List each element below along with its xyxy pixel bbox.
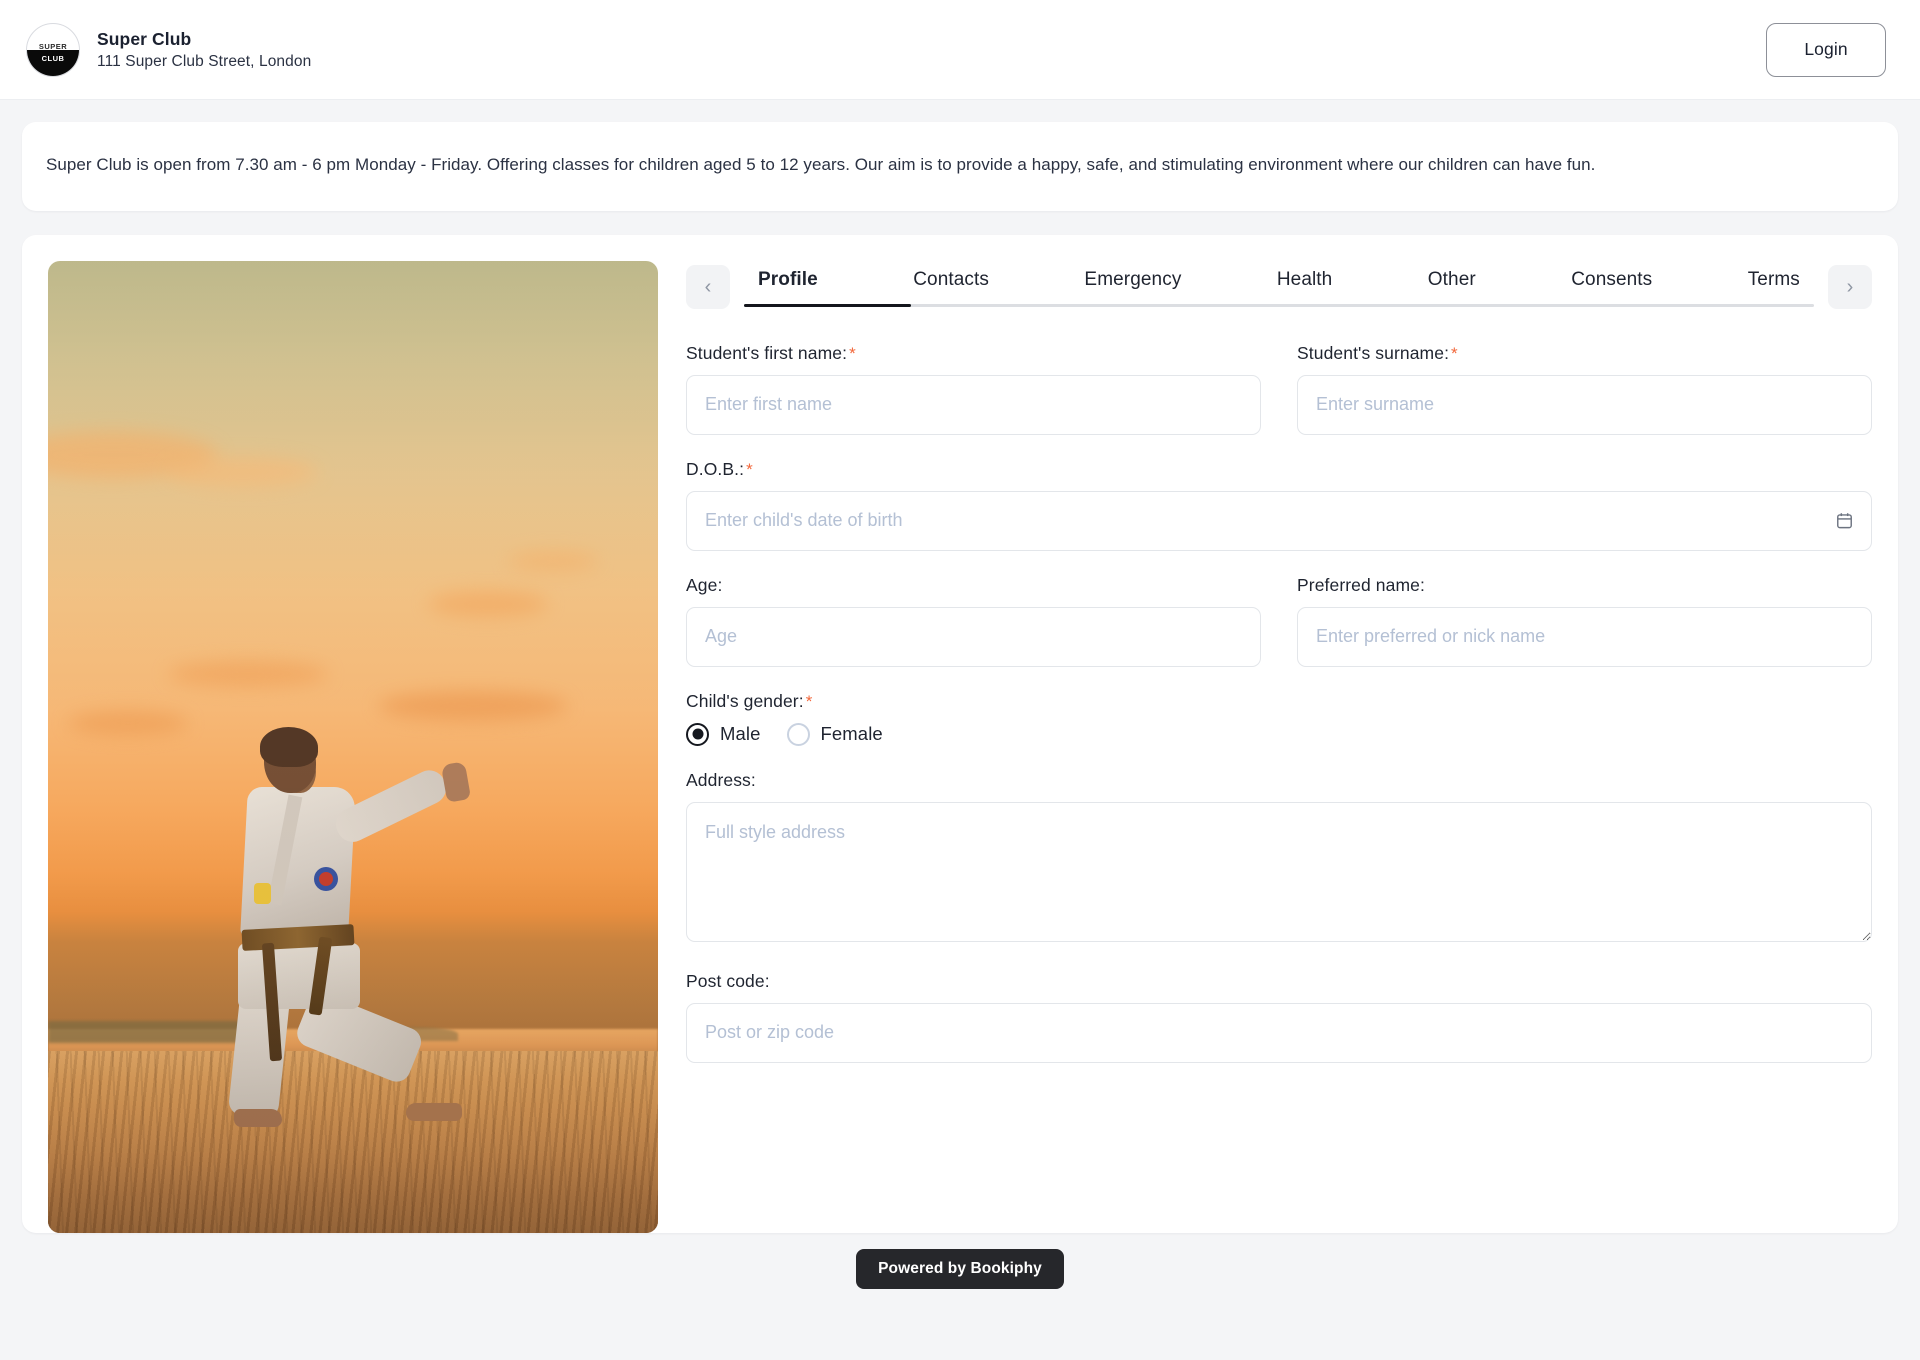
tab-other[interactable]: Other [1418,267,1486,307]
figure-hair [260,727,318,767]
figure-rear-foot [406,1103,462,1121]
post-code-input[interactable] [686,1003,1872,1063]
dob-field: D.O.B.:* [686,459,1872,551]
tabs-scrollbar-thumb[interactable] [744,304,911,307]
notice-card: Super Club is open from 7.30 am - 6 pm M… [22,122,1898,211]
radio-unselected-icon[interactable] [787,723,810,746]
page-body: Super Club is open from 7.30 am - 6 pm M… [0,100,1920,1233]
surname-field: Student's surname:* [1297,343,1872,435]
preferred-name-label: Preferred name: [1297,575,1872,596]
brand: SUPER CLUB Super Club 111 Super Club Str… [26,23,311,77]
registration-form: ‹ Profile Contacts Emergency Health Othe… [686,261,1872,1233]
names-row: Student's first name:* Student's surname… [686,343,1872,435]
post-code-field: Post code: [686,971,1872,1063]
preferred-name-input[interactable] [1297,607,1872,667]
address-row: Address: [686,770,1872,947]
radio-selected-icon[interactable] [686,723,709,746]
tab-terms[interactable]: Terms [1738,267,1810,307]
logo-bottom-word: CLUB [27,55,79,63]
tabs-prev-icon[interactable]: ‹ [686,265,730,309]
powered-by-badge[interactable]: Powered by Bookiphy [856,1249,1064,1289]
preferred-name-field: Preferred name: [1297,575,1872,667]
tabs-scroll-area: Profile Contacts Emergency Health Other … [744,267,1814,307]
page-footer: Powered by Bookiphy [0,1233,1920,1305]
registration-card: ‹ Profile Contacts Emergency Health Othe… [22,235,1898,1233]
brand-name: Super Club [97,29,311,50]
site-header: SUPER CLUB Super Club 111 Super Club Str… [0,0,1920,100]
calendar-icon[interactable] [1834,511,1854,531]
tab-list: Profile Contacts Emergency Health Other … [744,267,1814,307]
age-preferred-row: Age: Preferred name: [686,575,1872,667]
brand-logo-icon: SUPER CLUB [26,23,80,77]
figure-hips [238,943,360,1009]
tab-emergency[interactable]: Emergency [1074,267,1191,307]
figure-gi-patch-yellow [254,883,271,904]
gender-row: Child's gender:* Male Female [686,691,1872,746]
tab-profile[interactable]: Profile [748,267,828,307]
hero-image [48,261,658,1233]
tabs-scrollbar[interactable] [744,304,1814,307]
post-code-label: Post code: [686,971,1872,992]
gender-label-text: Child's gender: [686,691,804,711]
brand-address: 111 Super Club Street, London [97,53,311,71]
required-asterisk: * [1451,344,1458,363]
surname-input[interactable] [1297,375,1872,435]
surname-label-text: Student's surname: [1297,343,1449,363]
surname-label: Student's surname:* [1297,343,1872,364]
brand-text: Super Club 111 Super Club Street, London [97,29,311,71]
figure-front-foot [234,1109,282,1127]
first-name-input[interactable] [686,375,1261,435]
tab-contacts[interactable]: Contacts [903,267,999,307]
cloud-shape [168,457,318,487]
gender-option-male[interactable]: Male [686,723,761,746]
cloud-shape [428,591,548,617]
tab-navigation: ‹ Profile Contacts Emergency Health Othe… [686,265,1872,309]
tab-health[interactable]: Health [1267,267,1343,307]
gender-option-female[interactable]: Female [787,723,883,746]
cloud-shape [508,551,598,571]
gender-label: Child's gender:* [686,691,1872,712]
cloud-shape [168,661,328,687]
required-asterisk: * [849,344,856,363]
figure-hand [441,761,471,803]
login-button[interactable]: Login [1766,23,1886,77]
address-textarea[interactable] [686,802,1872,942]
gender-radio-group: Male Female [686,723,1872,746]
gender-field: Child's gender:* Male Female [686,691,1872,746]
notice-text: Super Club is open from 7.30 am - 6 pm M… [46,151,1856,179]
dob-label: D.O.B.:* [686,459,1872,480]
dob-row: D.O.B.:* [686,459,1872,551]
address-label: Address: [686,770,1872,791]
karate-figure [218,731,508,1151]
tabs-next-icon[interactable]: › [1828,265,1872,309]
required-asterisk: * [806,692,813,711]
post-code-row: Post code: [686,971,1872,1063]
age-field: Age: [686,575,1261,667]
cloud-shape [378,691,568,721]
logo-top-word: SUPER [27,43,79,51]
tab-consents[interactable]: Consents [1561,267,1662,307]
address-field: Address: [686,770,1872,947]
first-name-label-text: Student's first name: [686,343,847,363]
required-asterisk: * [746,460,753,479]
dob-input-wrap [686,491,1872,551]
gender-option-female-label: Female [821,723,883,745]
figure-gi-patch-blue [314,867,338,891]
age-label: Age: [686,575,1261,596]
first-name-field: Student's first name:* [686,343,1261,435]
dob-label-text: D.O.B.: [686,459,744,479]
gender-option-male-label: Male [720,723,761,745]
dob-input[interactable] [686,491,1872,551]
age-input[interactable] [686,607,1261,667]
first-name-label: Student's first name:* [686,343,1261,364]
cloud-shape [68,711,188,735]
